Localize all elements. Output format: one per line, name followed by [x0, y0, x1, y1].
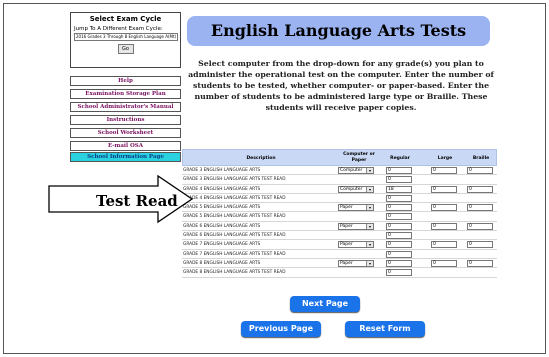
mode-value: Paper: [340, 205, 353, 211]
table-body: GRADE 3 ENGLISH LANGUAGE ARTS Computer ▾ 0 0…: [182, 166, 497, 278]
table-row: GRADE 3 ENGLISH LANGUAGE ARTS TEST READ 0: [182, 175, 497, 185]
row-description: GRADE 7 ENGLISH LANGUAGE ARTS: [183, 242, 261, 248]
table-header: Description Computer or Paper Regular La…: [182, 149, 497, 166]
exam-cycle-title: Select Exam Cycle: [89, 15, 162, 23]
next-page-button[interactable]: Next Page: [290, 296, 360, 312]
table-row: GRADE 6 ENGLISH LANGUAGE ARTS Paper ▾ 0 0 0: [182, 222, 497, 232]
nav-help[interactable]: Help: [70, 76, 181, 86]
col-computer-or-paper: Computer or Paper: [343, 152, 375, 163]
row-description: GRADE 7 ENGLISH LANGUAGE ARTS TEST READ: [183, 251, 286, 257]
table-row: GRADE 4 ENGLISH LANGUAGE ARTS Computer ▾ 18…: [182, 185, 497, 194]
large-count-input[interactable]: 0: [431, 222, 457, 230]
braille-count-input[interactable]: 0: [467, 204, 493, 212]
table-row: GRADE 5 ENGLISH LANGUAGE ARTS TEST READ 0: [182, 212, 497, 222]
regular-count-input[interactable]: 18: [386, 185, 412, 193]
mode-select[interactable]: Paper ▾: [338, 259, 374, 267]
nav-email-osa[interactable]: E-mail OSA: [70, 141, 181, 151]
regular-count-input[interactable]: 0: [386, 222, 412, 230]
row-description: GRADE 8 ENGLISH LANGUAGE ARTS TEST READ: [183, 270, 286, 276]
braille-count-input[interactable]: 0: [467, 241, 493, 249]
mode-select[interactable]: Paper ▾: [338, 222, 374, 230]
tests-table: Description Computer or Paper Regular La…: [182, 149, 497, 278]
row-description: GRADE 4 ENGLISH LANGUAGE ARTS TEST READ: [183, 195, 286, 201]
nav-school-administrators-manual[interactable]: School Administrator's Manual: [70, 102, 181, 112]
regular-count-input[interactable]: 0: [386, 213, 412, 221]
mode-value: Paper: [340, 242, 353, 248]
col-regular: Regular: [390, 156, 410, 161]
braille-count-input[interactable]: 0: [467, 167, 493, 174]
table-row: GRADE 6 ENGLISH LANGUAGE ARTS TEST READ 0: [182, 231, 497, 241]
nav-examination-storage-plan[interactable]: Examination Storage Plan: [70, 89, 181, 99]
table-row: GRADE 5 ENGLISH LANGUAGE ARTS Paper ▾ 0 0 0: [182, 203, 497, 213]
row-description: GRADE 3 ENGLISH LANGUAGE ARTS TEST READ: [183, 177, 286, 183]
nav-instructions[interactable]: Instructions: [70, 115, 181, 125]
row-description: GRADE 8 ENGLISH LANGUAGE ARTS: [183, 260, 261, 266]
nav-school-information-page[interactable]: School Information Page: [70, 152, 181, 162]
col-large: Large: [437, 156, 453, 161]
mode-select[interactable]: Computer ▾: [338, 167, 374, 174]
go-button[interactable]: Go: [117, 44, 134, 54]
chevron-down-icon[interactable]: ▾: [366, 242, 373, 248]
mode-value: Paper: [340, 260, 353, 266]
row-description: GRADE 6 ENGLISH LANGUAGE ARTS TEST READ: [183, 233, 286, 239]
chevron-down-icon[interactable]: ▾: [366, 168, 373, 173]
large-count-input[interactable]: 0: [431, 167, 457, 174]
mode-value: Paper: [340, 223, 353, 229]
jump-label: Jump To A Different Exam Cycle:: [74, 26, 163, 32]
table-row: GRADE 8 ENGLISH LANGUAGE ARTS Paper ▾ 0 0 0: [182, 259, 497, 269]
large-count-input[interactable]: 0: [431, 204, 457, 212]
exam-cycle-panel: Select Exam Cycle Jump To A Different Ex…: [70, 12, 181, 68]
chevron-down-icon[interactable]: ▾: [366, 223, 373, 229]
test-read-label: Test Read: [96, 192, 178, 210]
mode-select[interactable]: Paper ▾: [338, 204, 374, 212]
regular-count-input[interactable]: 0: [386, 241, 412, 249]
braille-count-input[interactable]: 0: [467, 185, 493, 193]
regular-count-input[interactable]: 0: [386, 204, 412, 212]
braille-count-input[interactable]: 0: [467, 259, 493, 267]
row-description: GRADE 5 ENGLISH LANGUAGE ARTS TEST READ: [183, 214, 286, 220]
page-title: English Language Arts Tests: [187, 16, 490, 46]
regular-count-input[interactable]: 0: [386, 232, 412, 240]
nav-school-worksheet[interactable]: School Worksheet: [70, 128, 181, 138]
mode-select[interactable]: Computer ▾: [338, 185, 374, 193]
table-row: GRADE 3 ENGLISH LANGUAGE ARTS Computer ▾ 0 0…: [182, 166, 497, 176]
mode-select[interactable]: Paper ▾: [338, 241, 374, 249]
chevron-down-icon[interactable]: ▾: [366, 186, 373, 192]
braille-count-input[interactable]: 0: [467, 222, 493, 230]
exam-cycle-select[interactable]: 2016 Grades 3 Through 8 English Language…: [74, 33, 178, 41]
col-braille: Braille: [472, 156, 490, 161]
table-row: GRADE 8 ENGLISH LANGUAGE ARTS TEST READ 0: [182, 268, 497, 278]
table-row: GRADE 7 ENGLISH LANGUAGE ARTS Paper ▾ 0 0 0: [182, 240, 497, 250]
reset-form-button[interactable]: Reset Form: [345, 321, 425, 337]
regular-count-input[interactable]: 0: [386, 176, 412, 184]
previous-page-button[interactable]: Previous Page: [241, 321, 321, 337]
large-count-input[interactable]: 0: [431, 241, 457, 249]
large-count-input[interactable]: 0: [431, 259, 457, 267]
mode-value: Computer: [340, 168, 363, 173]
regular-count-input[interactable]: 0: [386, 269, 412, 277]
regular-count-input[interactable]: 0: [386, 167, 412, 174]
regular-count-input[interactable]: 0: [386, 194, 412, 202]
regular-count-input[interactable]: 0: [386, 259, 412, 267]
table-row: GRADE 4 ENGLISH LANGUAGE ARTS TEST READ 0: [182, 194, 497, 204]
col-description: Description: [246, 156, 276, 161]
large-count-input[interactable]: 0: [431, 185, 457, 193]
page-frame: Select Exam Cycle Jump To A Different Ex…: [3, 3, 546, 354]
chevron-down-icon[interactable]: ▾: [366, 205, 373, 211]
chevron-down-icon[interactable]: ▾: [366, 260, 373, 266]
mode-value: Computer: [340, 186, 363, 192]
table-row: GRADE 7 ENGLISH LANGUAGE ARTS TEST READ 0: [182, 250, 497, 259]
regular-count-input[interactable]: 0: [386, 250, 412, 258]
instructions-text: Select computer from the drop-down for a…: [188, 59, 494, 112]
